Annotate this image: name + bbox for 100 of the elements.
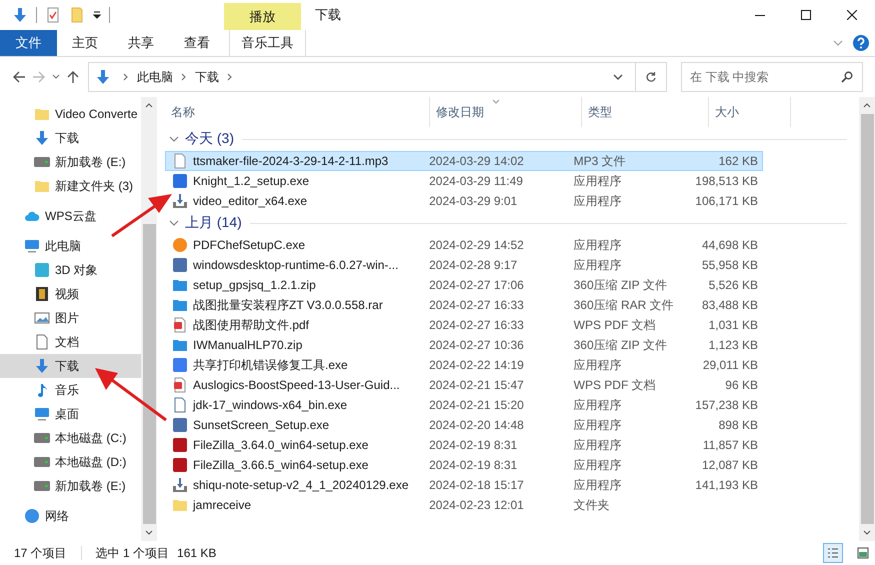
scroll-up-icon[interactable] (863, 103, 871, 108)
chevron-icon[interactable] (227, 73, 233, 81)
scroll-down-icon[interactable] (863, 530, 871, 535)
download-arrow-icon[interactable] (12, 7, 28, 23)
scrollbar[interactable] (859, 97, 875, 541)
scrollbar[interactable] (141, 97, 157, 541)
group-header[interactable]: 今天 (3) (185, 130, 234, 148)
sidebar-item[interactable]: WPS云盘 (0, 204, 141, 228)
breadcrumb[interactable]: 下载 (195, 68, 219, 86)
size-cell: 44,698 KB (702, 238, 758, 252)
picture-icon (34, 310, 50, 326)
type-cell: 360压缩 RAR 文件 (574, 296, 674, 314)
sidebar-item[interactable]: 本地磁盘 (D:) (0, 450, 141, 474)
file-row[interactable]: 战图使用帮助文件.pdf 2024-02-27 16:33 WPS PDF 文档 1,031 KB (165, 315, 763, 335)
details-view-icon[interactable] (823, 543, 843, 563)
file-row[interactable]: FileZilla_3.64.0_win64-setup.exe 2024-02-19 8:31 应用程序 11,857 KB (165, 435, 763, 455)
group-header[interactable]: 上月 (14) (185, 214, 242, 232)
file-name: jamreceive (193, 498, 252, 512)
date-cell: 2024-03-29 11:49 (429, 174, 523, 188)
sidebar-item[interactable]: 桌面 (0, 402, 141, 426)
file-tab[interactable]: 文件 (0, 30, 57, 56)
sidebar-item[interactable]: 图片 (0, 306, 141, 330)
sidebar-item[interactable]: 下载 (0, 354, 141, 378)
date-cell: 2024-03-29 9:01 (429, 194, 518, 208)
file-row[interactable]: shiqu-note-setup-v2_4_1_20240129.exe 2024-02-18 15:17 应用程序 141,193 KB (165, 475, 763, 495)
refresh-icon[interactable] (645, 71, 657, 83)
file-row[interactable]: video_editor_x64.exe 2024-03-29 9:01 应用程序 106,171 KB (165, 191, 763, 211)
type-cell: 应用程序 (574, 416, 622, 434)
file-row[interactable]: PDFChefSetupC.exe 2024-02-29 14:52 应用程序 44,698 KB (165, 235, 763, 255)
file-row[interactable]: Auslogics-BoostSpeed-13-User-Guid... 2024-02-21 15:47 WPS PDF 文档 96 KB (165, 375, 763, 395)
file-row[interactable]: setup_gpsjsq_1.2.1.zip 2024-02-27 17:06 360压缩 ZIP 文件 5,526 KB (165, 275, 763, 295)
size-cell: 11,857 KB (702, 438, 758, 452)
sidebar-item[interactable]: Video Converte (0, 102, 141, 126)
printer-icon (172, 357, 188, 373)
file-row[interactable]: FileZilla_3.66.5_win64-setup.exe 2024-02-19 8:31 应用程序 12,087 KB (165, 455, 763, 475)
sidebar-item[interactable]: 3D 对象 (0, 258, 141, 282)
search-field[interactable]: 在 下载 中搜索 (681, 62, 863, 92)
file-row[interactable]: Knight_1.2_setup.exe 2024-03-29 11:49 应用程序 198,513 KB (165, 171, 763, 191)
cube-icon (34, 262, 50, 278)
file-row[interactable]: 共享打印机错误修复工具.exe 2024-02-22 14:19 应用程序 29,011 KB (165, 355, 763, 375)
sidebar-item[interactable]: 下载 (0, 126, 141, 150)
file-row[interactable]: IWManualHLP70.zip 2024-02-27 10:36 360压缩 ZIP 文件 1,123 KB (165, 335, 763, 355)
file-row[interactable]: ttsmaker-file-2024-3-29-14-2-11.mp3 2024-03-29 14:02 MP3 文件 162 KB (165, 151, 763, 171)
file-name: FileZilla_3.64.0_win64-setup.exe (193, 438, 368, 452)
column-header[interactable]: 名称 (165, 97, 430, 127)
sidebar-item[interactable]: 网络 (0, 504, 141, 528)
dropdown-icon[interactable] (613, 74, 623, 80)
size-cell: 898 KB (718, 418, 758, 432)
globe-icon (24, 508, 40, 524)
sidebar-item[interactable]: 此电脑 (0, 234, 141, 258)
chevron-icon[interactable] (123, 73, 129, 81)
file-row[interactable]: jamreceive 2024-02-23 12:01 文件夹 (165, 495, 763, 515)
sidebar-item[interactable]: 本地磁盘 (C:) (0, 426, 141, 450)
file-name: Knight_1.2_setup.exe (193, 174, 310, 188)
sidebar-item[interactable]: 新加载卷 (E:) (0, 474, 141, 498)
archive-icon (172, 297, 188, 313)
collapse-group-icon[interactable] (169, 136, 179, 142)
contextual-tab-header: 播放 (224, 3, 301, 30)
back-icon[interactable] (12, 70, 26, 84)
sidebar-item[interactable]: 新加载卷 (E:) (0, 150, 141, 174)
file-name: 共享打印机错误修复工具.exe (193, 356, 348, 374)
file-row[interactable]: jdk-17_windows-x64_bin.exe 2024-02-21 15:20 应用程序 157,238 KB (165, 395, 763, 415)
file-row[interactable]: windowsdesktop-runtime-6.0.27-win-... 2024-02-28 9:17 应用程序 55,958 KB (165, 255, 763, 275)
file-name: 战图使用帮助文件.pdf (193, 316, 310, 334)
sidebar-item[interactable]: 音乐 (0, 378, 141, 402)
properties-icon[interactable] (45, 7, 61, 23)
file-name: shiqu-note-setup-v2_4_1_20240129.exe (193, 478, 409, 492)
chevron-icon[interactable] (181, 73, 187, 81)
item-count: 17 个项目 (14, 544, 67, 562)
type-cell: 文件夹 (574, 496, 610, 514)
sidebar-item[interactable]: 文档 (0, 330, 141, 354)
sidebar-item[interactable]: 新建文件夹 (3) (0, 174, 141, 198)
breadcrumb[interactable]: 此电脑 (137, 68, 173, 86)
address-bar[interactable]: 此电脑 下载 (88, 62, 667, 92)
size-cell: 29,011 KB (702, 358, 758, 372)
file-row[interactable]: SunsetScreen_Setup.exe 2024-02-20 14:48 应用程序 898 KB (165, 415, 763, 435)
file-row[interactable]: 战图批量安装程序ZT V3.0.0.558.rar 2024-02-27 16:33 360压缩 RAR 文件 83,488 KB (165, 295, 763, 315)
collapse-group-icon[interactable] (169, 220, 179, 226)
dropdown-icon[interactable] (93, 11, 101, 19)
scroll-up-icon[interactable] (145, 103, 153, 108)
selection-count: 选中 1 个项目 (96, 544, 170, 562)
expand-ribbon-icon[interactable] (833, 40, 843, 46)
up-icon[interactable] (66, 70, 80, 84)
date-cell: 2024-02-21 15:47 (429, 378, 524, 392)
column-header[interactable]: 类型 (582, 97, 709, 127)
sidebar-item[interactable]: 视频 (0, 282, 141, 306)
size-cell: 1,123 KB (708, 338, 758, 352)
date-cell: 2024-02-28 9:17 (429, 258, 518, 272)
app-icon (172, 457, 188, 473)
recent-locations-icon[interactable] (52, 74, 60, 80)
column-header[interactable]: 大小 (709, 97, 791, 127)
help-icon[interactable] (853, 35, 869, 51)
type-cell: 应用程序 (574, 476, 622, 494)
column-header[interactable]: 修改日期 (430, 97, 582, 127)
date-cell: 2024-02-27 10:36 (429, 338, 524, 352)
size-cell: 141,193 KB (695, 478, 758, 492)
installer-icon (172, 193, 188, 209)
type-cell: WPS PDF 文档 (574, 376, 656, 394)
size-cell: 5,526 KB (708, 278, 758, 292)
scroll-down-icon[interactable] (145, 530, 153, 535)
